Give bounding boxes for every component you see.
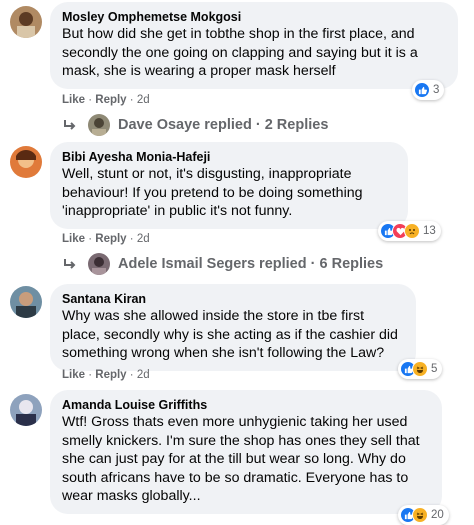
comment-bubble: Amanda Louise Griffiths Wtf! Gross thats… (50, 390, 442, 514)
separator: · (88, 369, 93, 381)
avatar[interactable] (10, 6, 42, 38)
haha-reaction-icon (412, 361, 428, 377)
comment-actions: Like · Reply · 2d (62, 232, 150, 246)
view-replies[interactable]: Dave Osaye replied · 2 Replies (62, 114, 328, 136)
separator: · (310, 256, 316, 272)
comment-bubble: Bibi Ayesha Monia-Hafeji Well, stunt or … (50, 142, 408, 229)
reply-name: Adele Ismail Segers (118, 256, 256, 272)
separator: · (129, 94, 134, 106)
separator: · (129, 369, 134, 381)
reply-suffix: replied (204, 117, 252, 133)
comment-actions: Like · Reply · 2d (62, 93, 150, 107)
separator: · (255, 117, 261, 133)
reply-link[interactable]: Reply (95, 233, 126, 245)
reaction-count: 13 (423, 225, 436, 237)
comment-time[interactable]: 2d (137, 94, 150, 106)
reply-avatar (88, 253, 110, 275)
comment-text: But how did she get in tobthe shop in th… (62, 26, 418, 79)
view-replies[interactable]: Adele Ismail Segers replied · 6 Replies (62, 253, 383, 275)
reply-avatar (88, 114, 110, 136)
comment-text: Why was she allowed inside the store in … (62, 308, 398, 361)
reply-count: 2 Replies (264, 117, 329, 133)
reply-link[interactable]: Reply (95, 94, 126, 106)
reply-suffix: replied (259, 256, 307, 272)
reaction-summary[interactable]: 20 (398, 505, 449, 525)
reaction-summary[interactable]: 5 (398, 359, 443, 379)
comment-time[interactable]: 2d (137, 233, 150, 245)
reply-arrow-icon (64, 120, 76, 130)
reaction-count: 3 (433, 84, 440, 96)
comment-author[interactable]: Amanda Louise Griffiths (62, 397, 430, 413)
reply-count: 6 Replies (319, 256, 384, 272)
comment-time[interactable]: 2d (137, 369, 150, 381)
avatar[interactable] (10, 394, 42, 426)
comment-bubble: Mosley Omphemetse Mokgosi But how did sh… (50, 2, 458, 89)
like-reaction-icon (414, 82, 430, 98)
comment-author[interactable]: Mosley Omphemetse Mokgosi (62, 9, 446, 25)
reply-name: Dave Osaye (118, 117, 201, 133)
avatar[interactable] (10, 286, 42, 318)
comment-text: Wtf! Gross thats even more unhygienic ta… (62, 414, 420, 504)
reply-link[interactable]: Reply (95, 369, 126, 381)
separator: · (129, 233, 134, 245)
comment-text: Well, stunt or not, it's disgusting, ina… (62, 166, 363, 219)
reaction-count: 20 (431, 509, 444, 521)
like-link[interactable]: Like (62, 94, 85, 106)
haha-reaction-icon (412, 507, 428, 523)
reaction-summary[interactable]: 3 (412, 80, 445, 100)
like-link[interactable]: Like (62, 233, 85, 245)
comment-actions: Like · Reply · 2d (62, 368, 150, 382)
reaction-count: 5 (431, 363, 438, 375)
separator: · (88, 94, 93, 106)
comment-author[interactable]: Bibi Ayesha Monia-Hafeji (62, 149, 396, 165)
sad-reaction-icon (404, 223, 420, 239)
avatar[interactable] (10, 146, 42, 178)
separator: · (88, 233, 93, 245)
reaction-summary[interactable]: 13 (378, 221, 441, 241)
comment-bubble: Santana Kiran Why was she allowed inside… (50, 284, 416, 371)
reply-arrow-icon (64, 259, 76, 269)
like-link[interactable]: Like (62, 369, 85, 381)
comment-author[interactable]: Santana Kiran (62, 291, 404, 307)
